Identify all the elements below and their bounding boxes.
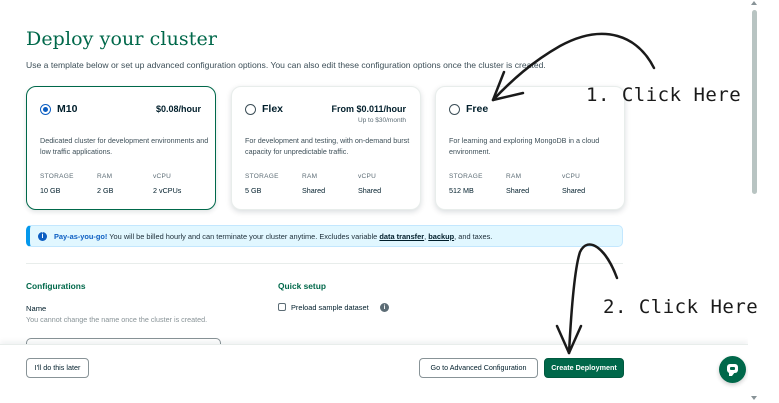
page-title: Deploy your cluster — [26, 28, 218, 50]
tier-description: Dedicated cluster for development enviro… — [40, 136, 209, 156]
radio-m10[interactable] — [40, 104, 51, 115]
radio-flex[interactable] — [245, 104, 256, 115]
section-divider — [26, 263, 623, 264]
backup-link[interactable]: backup — [428, 232, 454, 241]
tier-name: Free — [466, 103, 489, 115]
tier-name: M10 — [57, 103, 78, 115]
spec-label: RAM — [97, 173, 113, 180]
banner-text: Pay-as-you-go! You will be billed hourly… — [54, 232, 492, 241]
tier-card-flex[interactable]: Flex From $0.011/hour Up to $30/month Fo… — [231, 86, 421, 210]
spec-value: Shared — [358, 186, 382, 195]
scroll-down-arrow-icon[interactable] — [751, 396, 757, 400]
preload-dataset-checkbox[interactable] — [278, 303, 286, 311]
tier-price: $0.08/hour — [155, 104, 201, 114]
spec-label: RAM — [506, 173, 522, 180]
do-this-later-button[interactable]: I'll do this later — [26, 358, 89, 378]
spec-value: 2 GB — [97, 186, 114, 195]
banner-body: You will be billed hourly and can termin… — [107, 232, 380, 241]
spec-label: vCPU — [358, 173, 377, 180]
quick-setup-heading: Quick setup — [278, 281, 326, 291]
spec-value: Shared — [302, 186, 326, 195]
spec-label: vCPU — [153, 173, 172, 180]
spec-label: STORAGE — [449, 173, 483, 180]
spec-value: Shared — [562, 186, 586, 195]
name-help-text: You cannot change the name once the clus… — [26, 315, 208, 324]
tier-price-sub: Up to $30/month — [357, 117, 406, 124]
annotation-step-1: 1. Click Here — [586, 84, 742, 106]
spec-value: 5 GB — [245, 186, 262, 195]
tier-price: From $0.011/hour — [331, 104, 406, 114]
spec-label: STORAGE — [40, 173, 74, 180]
spec-value: Shared — [506, 186, 530, 195]
create-deployment-button[interactable]: Create Deployment — [544, 358, 624, 378]
tier-name: Flex — [262, 103, 284, 115]
tier-card-m10[interactable]: M10 $0.08/hour Dedicated cluster for dev… — [26, 86, 216, 210]
radio-free[interactable] — [449, 104, 460, 115]
spec-label: vCPU — [562, 173, 581, 180]
chat-icon[interactable] — [719, 356, 746, 383]
spec-value: 10 GB — [40, 186, 61, 195]
page-subtitle: Use a template below or set up advanced … — [26, 60, 546, 70]
footer-bar — [0, 344, 748, 403]
tier-description: For development and testing, with on-dem… — [245, 136, 410, 156]
banner-lead: Pay-as-you-go! — [54, 232, 108, 241]
info-banner: i Pay-as-you-go! You will be billed hour… — [26, 225, 623, 247]
tier-description: For learning and exploring MongoDB in a … — [449, 136, 600, 156]
data-transfer-link[interactable]: data transfer — [379, 232, 424, 241]
info-icon: i — [38, 231, 47, 241]
spec-label: STORAGE — [245, 173, 279, 180]
annotation-step-2: 2. Click Here — [603, 296, 759, 318]
banner-tail: , and taxes. — [454, 232, 493, 241]
name-label: Name — [26, 304, 47, 313]
advanced-configuration-button[interactable]: Go to Advanced Configuration — [419, 358, 538, 378]
scroll-up-arrow-icon[interactable] — [751, 1, 757, 5]
spec-label: RAM — [302, 173, 318, 180]
scrollbar-thumb[interactable] — [752, 10, 757, 194]
preload-dataset-label[interactable]: Preload sample dataset — [291, 303, 369, 312]
spec-value: 512 MB — [449, 186, 474, 195]
spec-value: 2 vCPUs — [153, 186, 182, 195]
configurations-heading: Configurations — [26, 281, 86, 291]
info-icon[interactable]: i — [380, 303, 389, 312]
